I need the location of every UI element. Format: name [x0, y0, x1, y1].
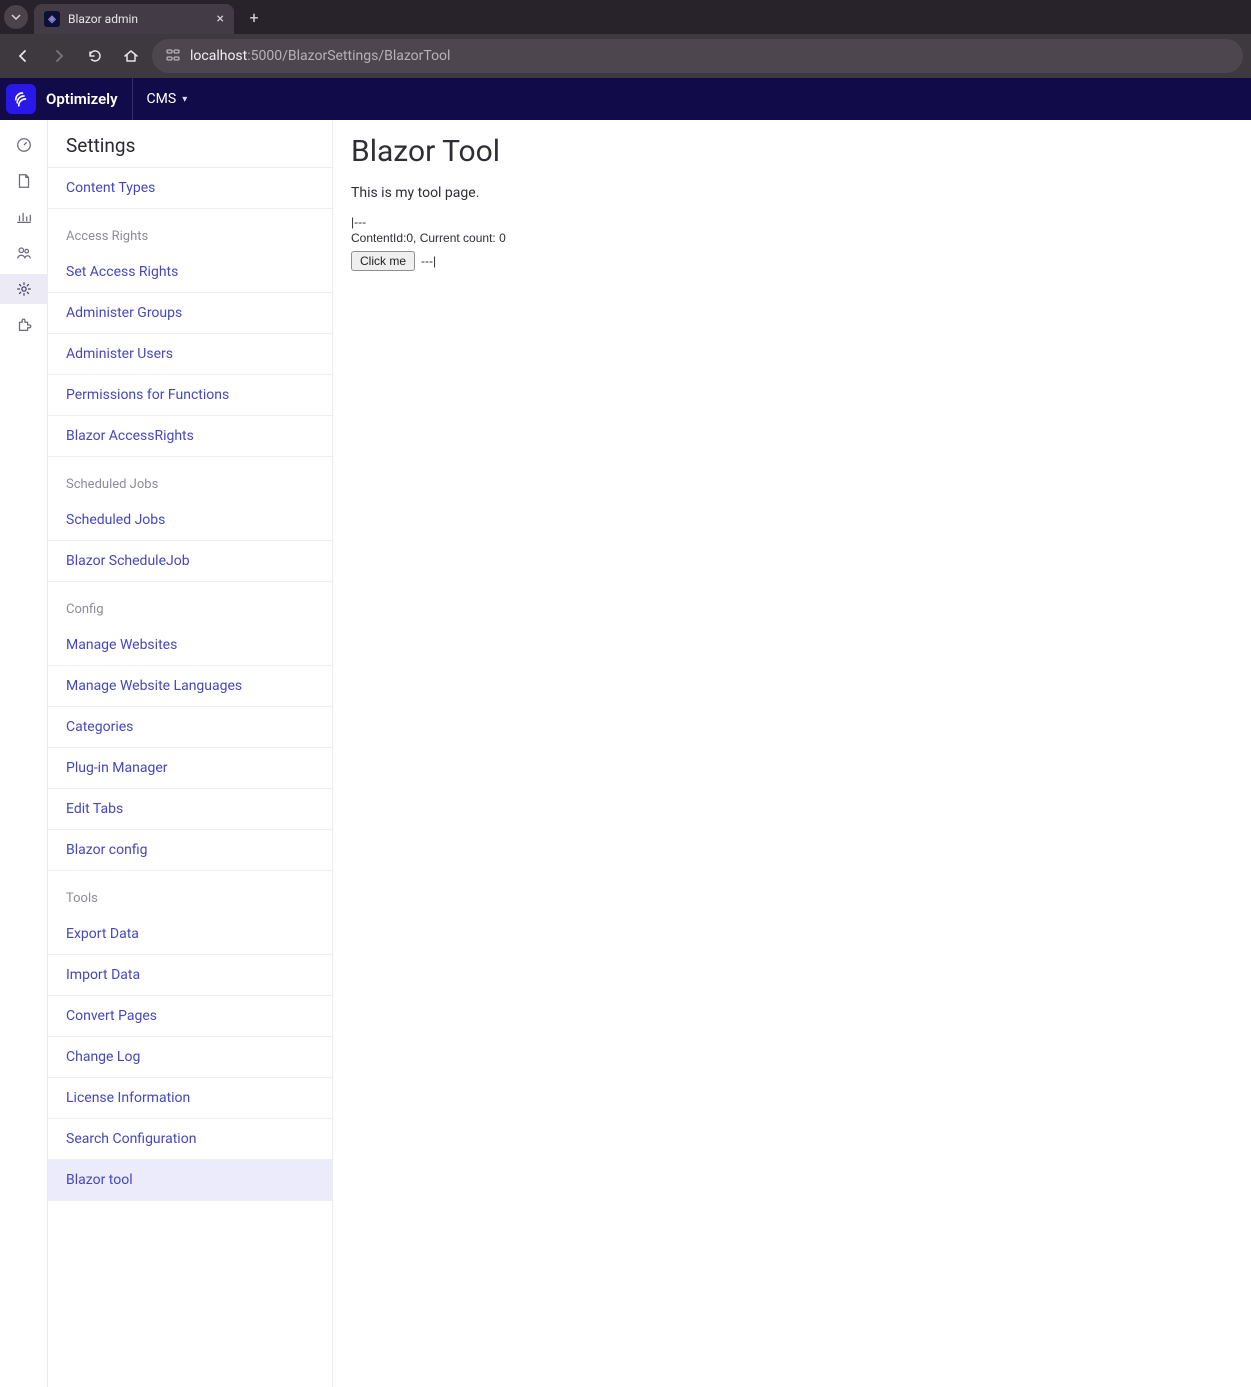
rail-edit[interactable]: [6, 166, 42, 196]
users-icon: [15, 244, 33, 262]
chart-icon: [15, 208, 33, 226]
counter-text: ContentId:0, Current count: 0: [351, 231, 1233, 245]
rail-settings[interactable]: [0, 274, 48, 304]
settings-nav-item[interactable]: Plug-in Manager: [48, 748, 332, 789]
separator-text: |---: [351, 215, 1233, 229]
brand-logo-icon: [6, 84, 36, 114]
chevron-down-icon: ▾: [182, 94, 187, 105]
settings-nav-item[interactable]: Categories: [48, 707, 332, 748]
settings-nav-item[interactable]: Set Access Rights: [48, 252, 332, 293]
rail-dashboard[interactable]: [6, 130, 42, 160]
chevron-down-icon: [11, 14, 21, 20]
puzzle-icon: [15, 316, 33, 334]
app-body: Settings Content TypesAccess RightsSet A…: [0, 120, 1251, 1387]
settings-group-title: Access Rights: [48, 209, 332, 252]
reload-button[interactable]: [80, 41, 110, 71]
page-edit-icon: [15, 172, 33, 190]
settings-nav-item[interactable]: Blazor ScheduleJob: [48, 541, 332, 582]
arrow-left-icon: [15, 48, 31, 64]
topnav-cms[interactable]: CMS ▾: [133, 78, 202, 120]
settings-nav-item[interactable]: Manage Websites: [48, 625, 332, 666]
tab-bar: ◈ Blazor admin × +: [0, 0, 1251, 34]
back-button[interactable]: [8, 41, 38, 71]
settings-nav-item[interactable]: Search Configuration: [48, 1119, 332, 1160]
settings-nav-item[interactable]: Change Log: [48, 1037, 332, 1078]
settings-nav-item[interactable]: Administer Users: [48, 334, 332, 375]
browser-toolbar: localhost:5000/BlazorSettings/BlazorTool: [0, 34, 1251, 78]
arrow-right-icon: [51, 48, 67, 64]
settings-nav-item[interactable]: Blazor AccessRights: [48, 416, 332, 457]
content-area: Blazor Tool This is my tool page. |--- C…: [333, 120, 1251, 1387]
settings-nav-item[interactable]: Export Data: [48, 914, 332, 955]
tab-favicon: ◈: [44, 11, 60, 27]
settings-nav-item[interactable]: Blazor config: [48, 830, 332, 871]
settings-group-title: Tools: [48, 871, 332, 914]
settings-scroll[interactable]: Content TypesAccess RightsSet Access Rig…: [48, 168, 332, 1387]
settings-nav-item[interactable]: Edit Tabs: [48, 789, 332, 830]
settings-nav-item[interactable]: Content Types: [48, 168, 332, 209]
tab-title: Blazor admin: [68, 12, 209, 26]
site-settings-icon[interactable]: [166, 48, 180, 65]
url-text: localhost:5000/BlazorSettings/BlazorTool: [190, 48, 450, 64]
reload-icon: [87, 48, 103, 64]
icon-rail: [0, 120, 48, 1387]
settings-nav-item[interactable]: License Information: [48, 1078, 332, 1119]
browser-chrome: ◈ Blazor admin × + localhost:5000/Blazor…: [0, 0, 1251, 78]
topnav-label: CMS: [147, 91, 177, 107]
gauge-icon: [15, 136, 33, 154]
click-me-button[interactable]: Click me: [351, 251, 415, 271]
brand-name: Optimizely: [46, 90, 118, 108]
settings-nav-item[interactable]: Convert Pages: [48, 996, 332, 1037]
home-icon: [123, 48, 139, 64]
tab-close-icon[interactable]: ×: [217, 11, 224, 27]
gear-icon: [15, 280, 33, 298]
settings-nav-item[interactable]: Manage Website Languages: [48, 666, 332, 707]
home-button[interactable]: [116, 41, 146, 71]
url-path: :5000/BlazorSettings/BlazorTool: [247, 48, 450, 64]
browser-tab[interactable]: ◈ Blazor admin ×: [34, 4, 234, 34]
settings-nav-item[interactable]: Permissions for Functions: [48, 375, 332, 416]
rail-addons[interactable]: [6, 310, 42, 340]
settings-nav-item[interactable]: Administer Groups: [48, 293, 332, 334]
settings-nav-item[interactable]: Import Data: [48, 955, 332, 996]
settings-group-title: Scheduled Jobs: [48, 457, 332, 500]
address-bar[interactable]: localhost:5000/BlazorSettings/BlazorTool: [152, 39, 1243, 73]
rail-reports[interactable]: [6, 202, 42, 232]
page-description: This is my tool page.: [351, 185, 1233, 201]
settings-nav-item[interactable]: Blazor tool: [48, 1160, 332, 1201]
forward-button[interactable]: [44, 41, 74, 71]
brand[interactable]: Optimizely: [0, 78, 133, 120]
url-host: localhost: [190, 48, 247, 64]
tabs-dropdown-button[interactable]: [4, 5, 28, 29]
settings-title: Settings: [48, 120, 332, 168]
rail-audiences[interactable]: [6, 238, 42, 268]
page-title: Blazor Tool: [351, 134, 1233, 169]
settings-group-title: Config: [48, 582, 332, 625]
trail-text: ---|: [421, 254, 436, 268]
button-row: Click me ---|: [351, 251, 1233, 271]
settings-panel: Settings Content TypesAccess RightsSet A…: [48, 120, 333, 1387]
new-tab-button[interactable]: +: [240, 3, 268, 31]
settings-nav-item[interactable]: Scheduled Jobs: [48, 500, 332, 541]
app-topbar: Optimizely CMS ▾: [0, 78, 1251, 120]
